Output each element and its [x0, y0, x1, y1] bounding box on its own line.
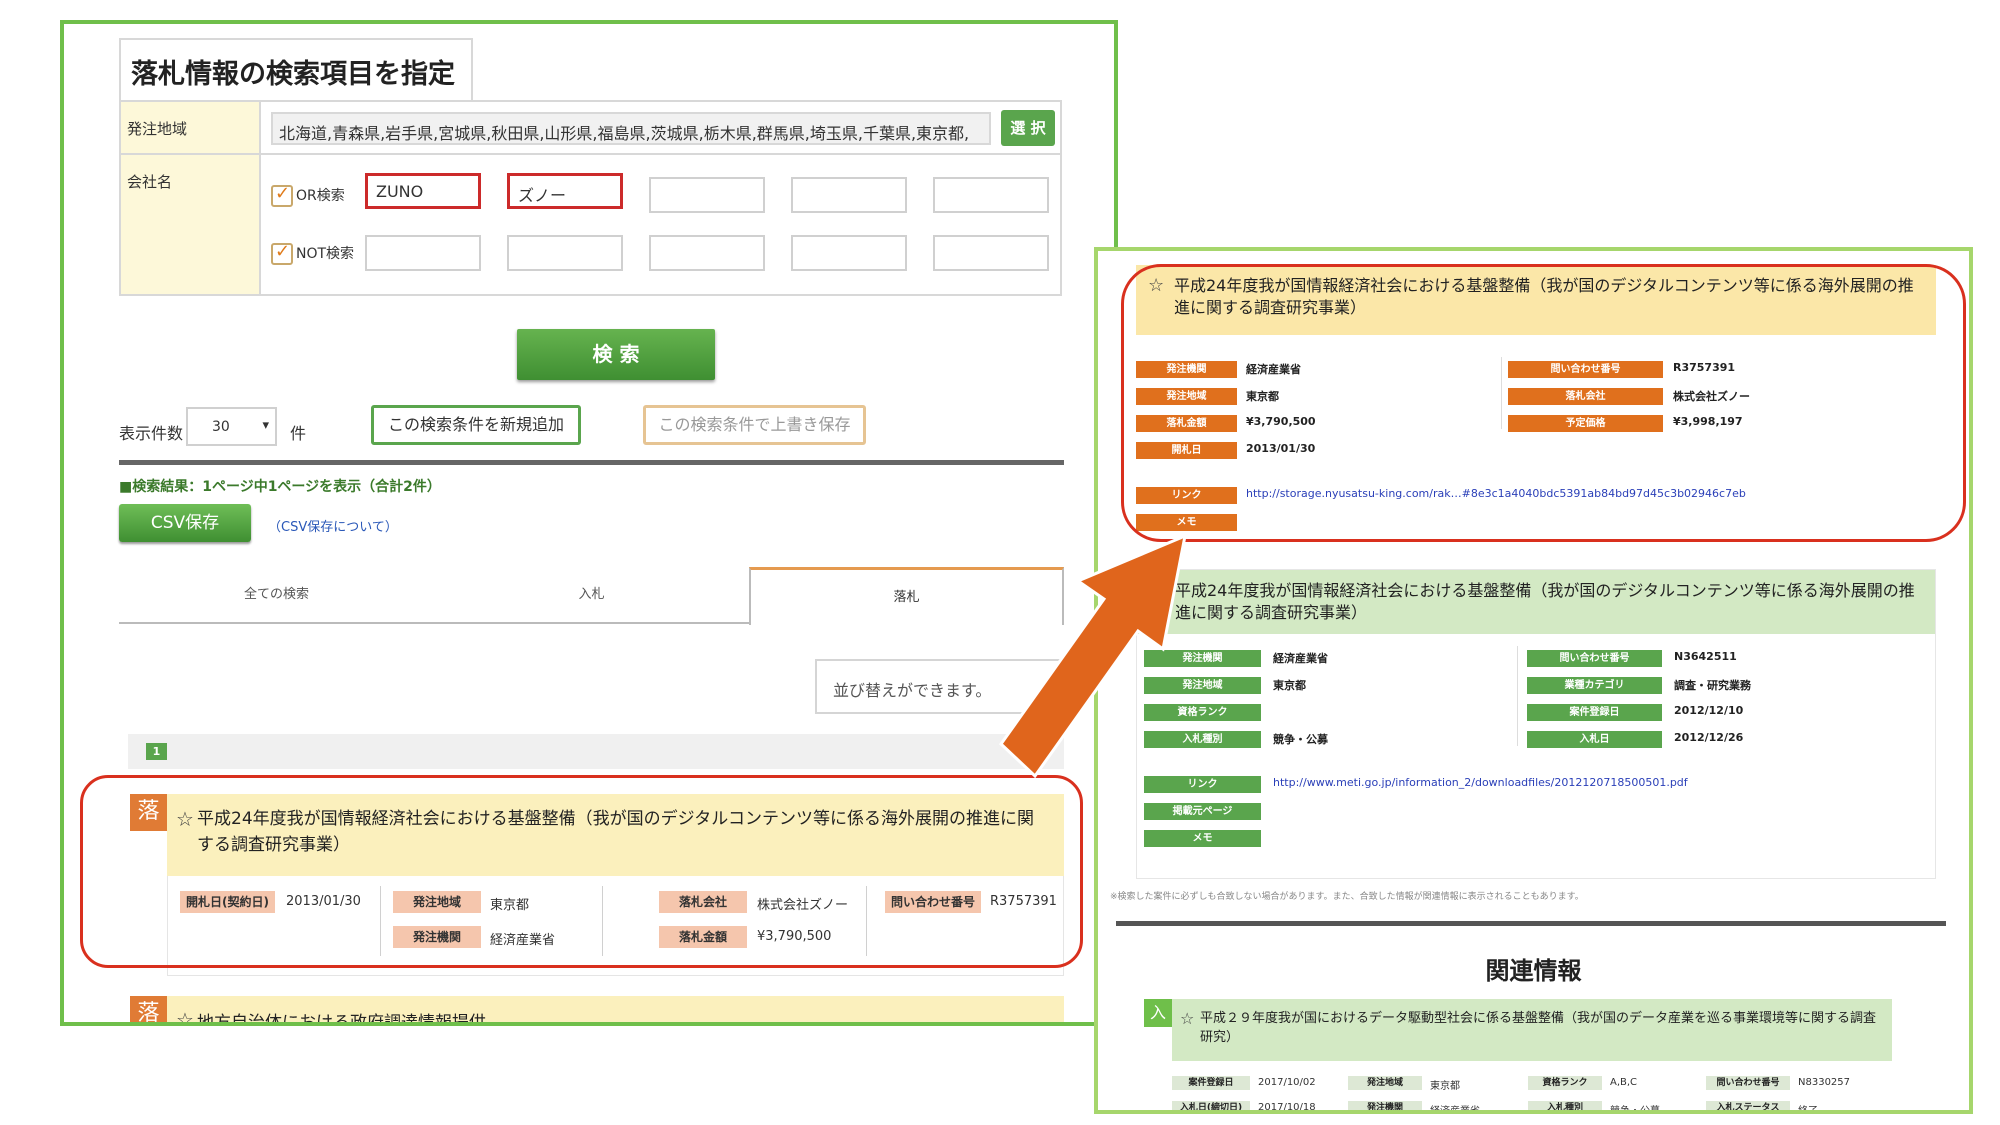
company-label: 会社名 [121, 155, 261, 294]
related-value: N8330257 [1798, 1077, 1851, 1088]
award-badge: 落 [130, 996, 167, 1022]
not-company-input-4[interactable] [791, 235, 907, 271]
detail-value: 調査・研究業務 [1674, 679, 1751, 692]
or-company-input-4[interactable] [791, 177, 907, 213]
detail-value: 2012/12/10 [1674, 704, 1744, 717]
region-row: 発注地域 北海道,青森県,岩手県,宮城県,秋田県,山形県,福島県,茨城県,栃木県… [121, 102, 1060, 155]
detail-value: 競争・公募 [1273, 733, 1328, 746]
bid-badge: 入 [1144, 999, 1172, 1027]
disclaimer-note: ※検索した案件に必ずしも合致しない場合があります。また、合致した情報が関連情報に… [1110, 892, 1584, 902]
search-button[interactable]: 検 索 [517, 329, 715, 380]
not-search-label: NOT検索 [296, 246, 355, 262]
related-tag: 入札日(締切日) [1172, 1101, 1250, 1110]
not-company-input-2[interactable] [507, 235, 623, 271]
detail-tag: 案件登録日 [1527, 704, 1662, 721]
or-company-input-3[interactable] [649, 177, 765, 213]
detail-card-title: 平成24年度我が国情報経済社会における基盤整備（我が国のデジタルコンテンツ等に係… [1175, 581, 1915, 622]
detail-tag: 問い合わせ番号 [1527, 650, 1662, 667]
display-count-unit: 件 [290, 424, 307, 443]
display-count-label: 表示件数 [119, 424, 184, 443]
related-value: A,B,C [1610, 1077, 1638, 1088]
highlight-oval [80, 775, 1083, 968]
or-company-input-2[interactable]: ズノー [507, 173, 623, 209]
csv-help-link[interactable]: （CSV保存について） [268, 516, 398, 535]
related-tag: 入札ステータス [1706, 1101, 1790, 1110]
result-summary: ■検索結果：1ページ中1ページを表示（合計2件） [119, 479, 441, 495]
sort-select[interactable]: 並び替えができます。 [815, 659, 1065, 714]
not-company-input-3[interactable] [649, 235, 765, 271]
page-1-button[interactable]: 1 [146, 743, 167, 760]
detail-value: N3642511 [1674, 650, 1737, 663]
related-card-title[interactable]: 平成２９年度我が国におけるデータ駆動型社会に係る基盤整備（我が国のデータ産業を巡… [1200, 1011, 1876, 1045]
overwrite-condition-button[interactable]: この検索条件で上書き保存 [643, 405, 866, 445]
related-tag: 問い合わせ番号 [1706, 1076, 1790, 1090]
detail-value: 2012/12/26 [1674, 731, 1744, 744]
detail-value: 経済産業省 [1273, 652, 1328, 665]
source-page-tag: 掲載元ページ [1144, 803, 1261, 820]
separator [1517, 646, 1518, 746]
detail-link[interactable]: http://www.meti.go.jp/information_2/down… [1273, 776, 1688, 789]
or-company-input-5[interactable] [933, 177, 1049, 213]
pagination: 1 [128, 734, 1064, 769]
detail-tag: 業種カテゴリ [1527, 677, 1662, 694]
company-row: 会社名 OR検索 ZUNO ズノー NOT検索 [121, 155, 1060, 294]
star-icon[interactable]: ☆ [176, 1008, 194, 1022]
tab-bid[interactable]: 入札 [434, 567, 749, 623]
related-tag: 発注地域 [1348, 1076, 1422, 1090]
result-tabs: 全ての検索 入札 落札 [119, 567, 1064, 625]
not-search-checkbox[interactable] [271, 241, 293, 265]
related-tag: 案件登録日 [1172, 1076, 1250, 1090]
result-card-title[interactable]: 地方自治体における政府調達情報提供 [197, 1013, 486, 1022]
related-tag: 入札種別 [1528, 1101, 1602, 1110]
detail-tag: 入札日 [1527, 731, 1662, 748]
not-company-input-5[interactable] [933, 235, 1049, 271]
result-card-header: ☆ 地方自治体における政府調達情報提供 [167, 996, 1064, 1022]
detail-card-header: 平成24年度我が国情報経済社会における基盤整備（我が国のデジタルコンテンツ等に係… [1137, 570, 1935, 634]
region-label: 発注地域 [121, 102, 261, 153]
search-section-title: 落札情報の検索項目を指定 [119, 38, 473, 102]
divider [1116, 921, 1946, 926]
highlight-oval [1121, 264, 1966, 542]
related-value: 競争・公募 [1610, 1106, 1660, 1114]
region-select-button[interactable]: 選 択 [1001, 110, 1055, 146]
tab-all[interactable]: 全ての検索 [119, 567, 434, 623]
display-count-select[interactable]: 30 [186, 407, 277, 446]
region-field[interactable]: 北海道,青森県,岩手県,宮城県,秋田県,山形県,福島県,茨城県,栃木県,群馬県,… [271, 112, 991, 145]
search-form: 発注地域 北海道,青森県,岩手県,宮城県,秋田県,山形県,福島県,茨城県,栃木県… [119, 100, 1062, 296]
divider [119, 460, 1064, 465]
related-value: 2017/10/02 [1258, 1077, 1316, 1088]
memo-tag: メモ [1144, 830, 1261, 847]
detail-value: 東京都 [1273, 679, 1306, 692]
not-company-input-1[interactable] [365, 235, 481, 271]
detail-tag: 入札種別 [1144, 731, 1261, 748]
related-tag: 資格ランク [1528, 1076, 1602, 1090]
detail-tag: 資格ランク [1144, 704, 1261, 721]
related-value: 経済産業省 [1430, 1106, 1480, 1114]
or-search-label: OR検索 [296, 188, 345, 204]
link-tag: リンク [1144, 776, 1261, 793]
result-card[interactable]: 落 ☆ 地方自治体における政府調達情報提供 [130, 996, 1064, 1022]
related-card-header: ☆ 平成２９年度我が国におけるデータ駆動型社会に係る基盤整備（我が国のデータ産業… [1172, 999, 1892, 1061]
related-value: 東京都 [1430, 1081, 1460, 1092]
detail-tag: 発注機関 [1144, 650, 1261, 667]
csv-save-button[interactable]: CSV保存 [119, 504, 251, 542]
detail-card-bid: 平成24年度我が国情報経済社会における基盤整備（我が国のデジタルコンテンツ等に係… [1136, 569, 1936, 879]
or-company-input-1[interactable]: ZUNO [365, 173, 481, 209]
related-info-heading: 関連情報 [1485, 957, 1582, 985]
related-value: 終了 [1798, 1106, 1818, 1114]
related-tag: 発注機関 [1348, 1101, 1422, 1110]
or-search-checkbox[interactable] [271, 183, 293, 207]
related-value: 2017/10/18 [1258, 1102, 1316, 1113]
detail-tag: 発注地域 [1144, 677, 1261, 694]
tab-award[interactable]: 落札 [749, 567, 1064, 625]
save-new-condition-button[interactable]: この検索条件を新規追加 [371, 405, 581, 445]
star-icon[interactable]: ☆ [1180, 1009, 1194, 1028]
